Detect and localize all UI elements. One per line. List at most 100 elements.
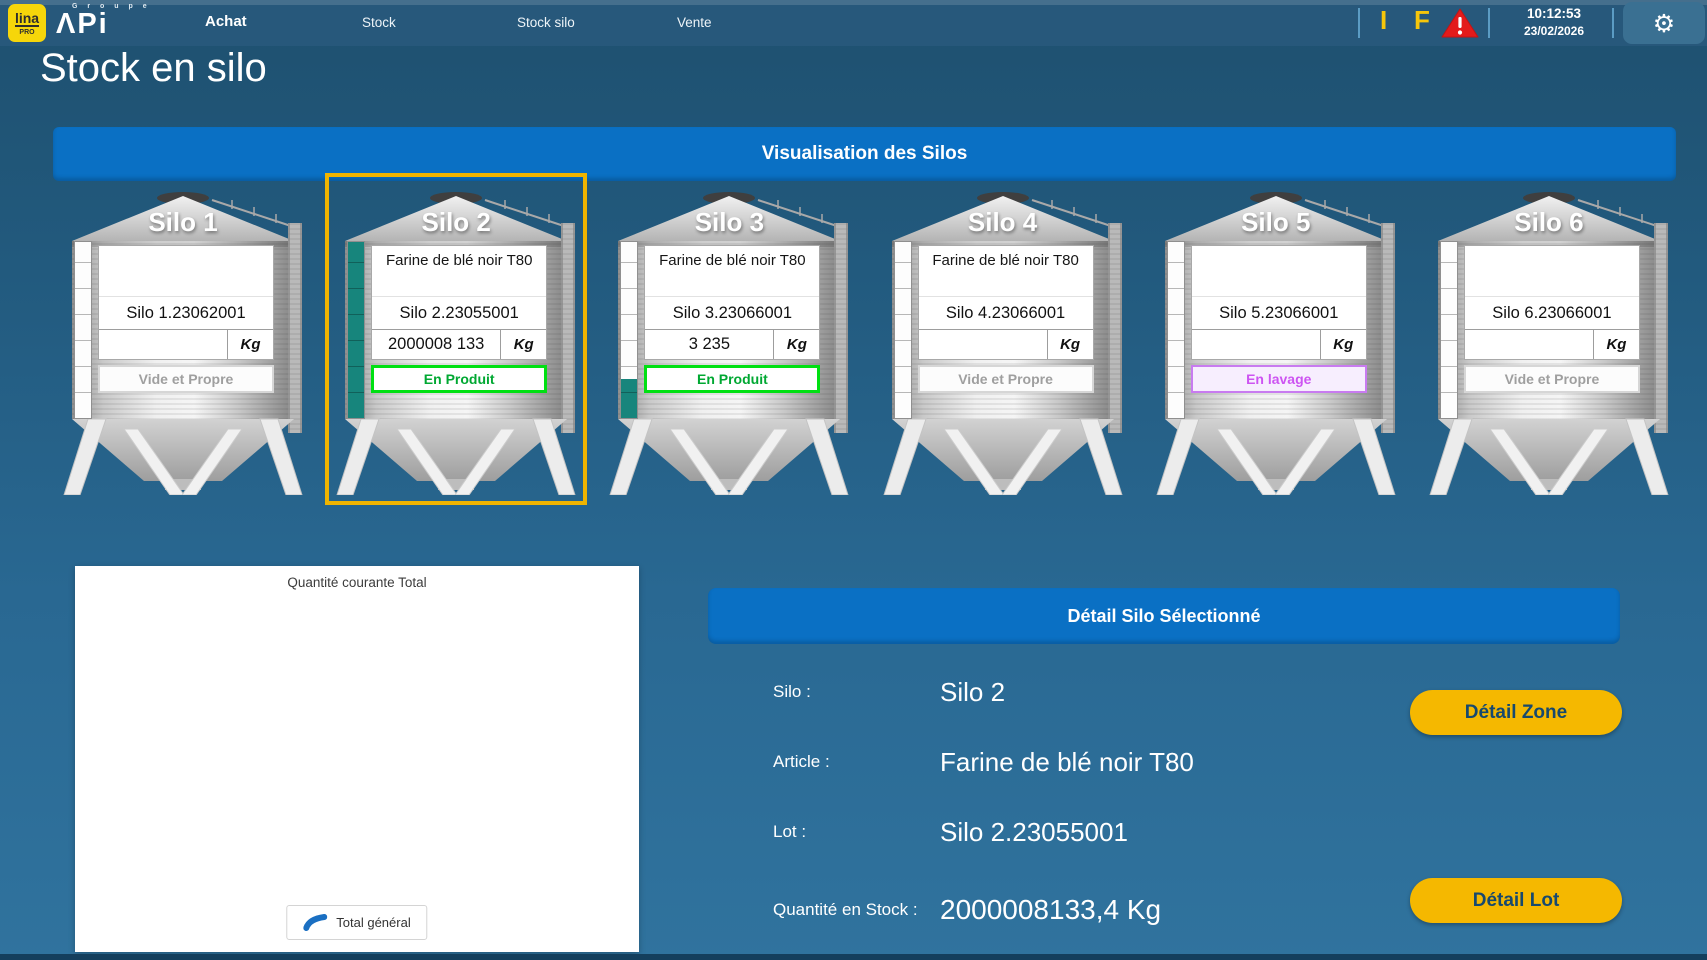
clock: 10:12:53 23/02/2026 — [1498, 5, 1610, 39]
gear-icon: ⚙ — [1653, 11, 1675, 36]
detail-label-article: Article : — [773, 752, 940, 772]
nav-stock-silo[interactable]: Stock silo — [517, 15, 575, 30]
silo-tile-5[interactable]: Silo 5 Silo 5.23066001 Kg En lavage — [1155, 183, 1397, 495]
nav-vente[interactable]: Vente — [677, 15, 712, 30]
divider — [1488, 8, 1490, 38]
silo-lot: Silo 5.23066001 — [1192, 296, 1366, 329]
silo-status-badge: En Produit — [644, 365, 820, 393]
silo-name: Silo 4 — [882, 207, 1124, 238]
line-series-icon — [303, 914, 327, 931]
lina-pro-logo: lina PRO — [8, 4, 46, 42]
detail-label-silo: Silo : — [773, 682, 940, 702]
chart-legend-label: Total général — [336, 915, 410, 930]
silo-qty-unit: Kg — [1320, 330, 1366, 359]
clock-time: 10:12:53 — [1498, 5, 1610, 23]
pro-logo-text: PRO — [19, 29, 34, 36]
silo-tile-3[interactable]: Silo 3 Farine de blé noir T80 Silo 3.230… — [608, 183, 850, 495]
silo-info-card: Silo 1.23062001 Kg — [98, 245, 274, 360]
silo-lot: Silo 6.23066001 — [1465, 296, 1639, 329]
silo-article: Farine de blé noir T80 — [372, 246, 546, 296]
silo-gauge-ticks — [75, 242, 91, 418]
silo-tile-2[interactable]: Silo 2 Farine de blé noir T80 Silo 2.230… — [335, 183, 577, 495]
silo-status-badge: En lavage — [1191, 365, 1367, 393]
silo-tile-4[interactable]: Silo 4 Farine de blé noir T80 Silo 4.230… — [882, 183, 1124, 495]
silo-article — [99, 246, 273, 296]
chart-legend-total-general[interactable]: Total général — [286, 905, 427, 940]
indicator-i: I — [1380, 5, 1387, 36]
silo-name: Silo 3 — [608, 207, 850, 238]
detail-value-silo: Silo 2 — [940, 677, 1005, 708]
silo-status-badge: En Produit — [371, 365, 547, 393]
detail-row-article: Article : Farine de blé noir T80 — [773, 742, 1194, 782]
alarm-warning-icon[interactable] — [1440, 7, 1480, 39]
detail-section-header: Détail Silo Sélectionné — [708, 588, 1620, 644]
silos-section-title: Visualisation des Silos — [762, 143, 968, 165]
silo-status-badge: Vide et Propre — [98, 365, 274, 393]
detail-row-quantity: Quantité en Stock : 2000008133,4 Kg — [773, 890, 1161, 930]
silo-qty-unit: Kg — [500, 330, 546, 359]
detail-zone-button[interactable]: Détail Zone — [1410, 690, 1622, 735]
chart-panel: Quantité courante Total Total général — [75, 566, 639, 952]
silo-name: Silo 1 — [62, 207, 304, 238]
silos-section-header: Visualisation des Silos — [53, 127, 1676, 181]
silo-qty-row: Kg — [99, 329, 273, 359]
silo-info-card: Farine de blé noir T80 Silo 2.23055001 2… — [371, 245, 547, 360]
silo-qty-row: 3 235 Kg — [645, 329, 819, 359]
silo-qty-row: Kg — [1192, 329, 1366, 359]
silo-level-gauge — [620, 241, 638, 419]
silo-gauge-ticks — [1168, 242, 1184, 418]
silo-status-badge: Vide et Propre — [918, 365, 1094, 393]
silo-row: Silo 1 Silo 1.23062001 Kg Vide et Propre — [62, 183, 1670, 497]
chart-plot-area — [85, 600, 629, 896]
settings-button[interactable]: ⚙ — [1623, 2, 1705, 44]
silo-qty-unit: Kg — [227, 330, 273, 359]
silo-tile-6[interactable]: Silo 6 Silo 6.23066001 Kg Vide et Propre — [1428, 183, 1670, 495]
detail-row-lot: Lot : Silo 2.23055001 — [773, 812, 1128, 852]
detail-value-article: Farine de blé noir T80 — [940, 747, 1194, 778]
silo-lot: Silo 3.23066001 — [645, 296, 819, 329]
screen: lina PRO G r o u p e ΛPi Achat Stock Sto… — [0, 0, 1707, 960]
silo-gauge-ticks — [621, 242, 637, 418]
silo-info-card: Farine de blé noir T80 Silo 3.23066001 3… — [644, 245, 820, 360]
divider — [1358, 8, 1360, 38]
nav-stock[interactable]: Stock — [362, 15, 396, 30]
silo-info-card: Silo 6.23066001 Kg — [1464, 245, 1640, 360]
silo-qty-row: Kg — [919, 329, 1093, 359]
silo-gauge-ticks — [895, 242, 911, 418]
silo-qty-unit: Kg — [1593, 330, 1639, 359]
silo-qty-unit: Kg — [773, 330, 819, 359]
silo-level-gauge — [74, 241, 92, 419]
silo-name: Silo 2 — [335, 207, 577, 238]
silo-article — [1465, 246, 1639, 296]
detail-row-silo: Silo : Silo 2 — [773, 672, 1005, 712]
silo-qty-row: 2000008 133 Kg — [372, 329, 546, 359]
silo-gauge-ticks — [1441, 242, 1457, 418]
page-title: Stock en silo — [40, 46, 267, 91]
silo-qty-value — [1465, 330, 1593, 359]
silo-gauge-ticks — [348, 242, 364, 418]
silo-lot: Silo 4.23066001 — [919, 296, 1093, 329]
silo-name: Silo 6 — [1428, 207, 1670, 238]
nav-achat[interactable]: Achat — [205, 13, 247, 30]
detail-value-quantity: 2000008133,4 Kg — [940, 894, 1161, 926]
silo-status-badge: Vide et Propre — [1464, 365, 1640, 393]
silo-name: Silo 5 — [1155, 207, 1397, 238]
bottom-strip — [0, 954, 1707, 960]
silo-level-gauge — [1440, 241, 1458, 419]
detail-label-lot: Lot : — [773, 822, 940, 842]
silo-lot: Silo 2.23055001 — [372, 296, 546, 329]
silo-tile-1[interactable]: Silo 1 Silo 1.23062001 Kg Vide et Propre — [62, 183, 304, 495]
silo-qty-value — [99, 330, 227, 359]
clock-date: 23/02/2026 — [1498, 23, 1610, 39]
silo-article: Farine de blé noir T80 — [645, 246, 819, 296]
silo-qty-row: Kg — [1465, 329, 1639, 359]
detail-lot-button[interactable]: Détail Lot — [1410, 878, 1622, 923]
indicator-f: F — [1414, 5, 1430, 36]
detail-value-lot: Silo 2.23055001 — [940, 817, 1128, 848]
chart-title: Quantité courante Total — [75, 575, 639, 590]
silo-level-gauge — [894, 241, 912, 419]
silo-qty-unit: Kg — [1047, 330, 1093, 359]
divider — [1612, 8, 1614, 38]
top-bar: lina PRO G r o u p e ΛPi Achat Stock Sto… — [0, 0, 1707, 46]
detail-label-quantity: Quantité en Stock : — [773, 900, 940, 920]
